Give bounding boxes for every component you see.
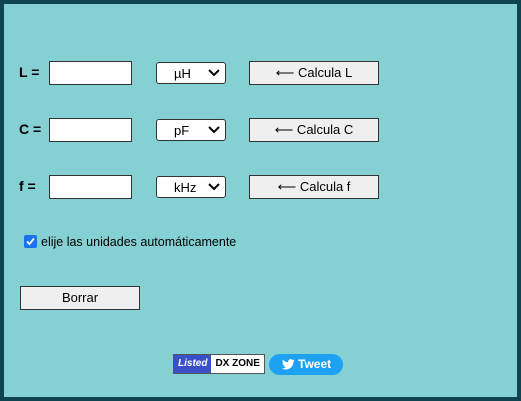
capacitance-unit-select[interactable]: pF [156,119,226,141]
row-frequency: f = kHz ⟵ Calcula f [4,175,517,199]
badge-listed-text: Listed [174,355,212,373]
capacitance-input[interactable] [49,118,132,142]
frequency-input[interactable] [49,175,132,199]
auto-units-checkbox[interactable] [24,235,37,248]
chevron-down-icon [208,126,220,134]
tweet-label: Tweet [298,357,332,371]
calculate-c-button[interactable]: ⟵ Calcula C [249,118,379,142]
twitter-bird-icon [282,359,295,370]
auto-units-label: elije las unidades automáticamente [41,235,237,249]
check-icon [26,237,35,246]
clear-button[interactable]: Borrar [20,286,140,310]
chevron-down-icon [208,69,220,77]
calculator-panel: L = µH ⟵ Calcula L C = pF ⟵ Calcula C f … [0,0,521,401]
capacitance-unit-value: pF [174,123,190,138]
chevron-down-icon [208,183,220,191]
inductance-input[interactable] [49,61,132,85]
badge-dxzone-text: DX ZONE [211,355,264,373]
tweet-button[interactable]: Tweet [269,354,343,375]
row-capacitance: C = pF ⟵ Calcula C [4,118,517,142]
frequency-unit-value: kHz [174,180,197,195]
inductance-label: L = [19,64,40,80]
frequency-unit-select[interactable]: kHz [156,176,226,198]
row-inductance: L = µH ⟵ Calcula L [4,61,517,85]
inductance-unit-select[interactable]: µH [156,62,226,84]
dxzone-badge[interactable]: Listed DX ZONE [173,354,265,374]
capacitance-label: C = [19,121,42,137]
calculate-f-button[interactable]: ⟵ Calcula f [249,175,379,199]
inductance-unit-value: µH [174,66,191,81]
frequency-label: f = [19,178,36,194]
calculate-l-button[interactable]: ⟵ Calcula L [249,61,379,85]
